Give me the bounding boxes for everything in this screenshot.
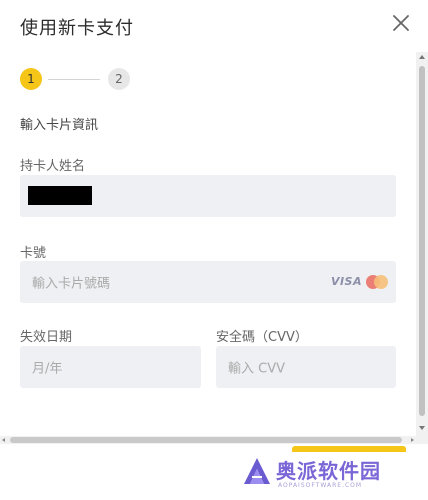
expiry-date-label: 失效日期 [20, 330, 73, 345]
horizontal-scroll-thumb[interactable] [10, 437, 402, 443]
cardholder-name-label: 持卡人姓名 [20, 159, 86, 174]
section-title: 輸入卡片資訊 [20, 118, 99, 133]
vertical-scroll-thumb[interactable] [419, 66, 425, 416]
cvv-placeholder: 輸入 CVV [228, 361, 285, 377]
card-number-input[interactable]: 輸入卡片號碼 VISA [20, 261, 396, 303]
vertical-scrollbar[interactable] [416, 52, 428, 444]
visa-logo: VISA [330, 275, 362, 288]
watermark-subtext: AOPAISOFTWARE.COM [278, 482, 363, 489]
horizontal-scrollbar[interactable] [0, 436, 416, 444]
card-number-label: 卡號 [20, 246, 47, 261]
close-button[interactable] [390, 12, 412, 34]
modal-body: 1 2 輸入卡片資訊 持卡人姓名 卡號 輸入卡片號碼 VISA 失效日期 月/年… [0, 52, 428, 444]
redacted-name-block [28, 186, 92, 205]
cvv-label: 安全碼（CVV） [216, 330, 308, 345]
scroll-up-icon[interactable] [419, 55, 425, 59]
expiry-date-placeholder: 月/年 [32, 361, 63, 377]
watermark-logo-icon [244, 458, 270, 484]
scroll-left-icon[interactable] [2, 438, 5, 442]
stepper: 1 2 [20, 68, 220, 92]
modal-header: 使用新卡支付 [0, 0, 428, 52]
step-1-indicator: 1 [20, 68, 42, 90]
mastercard-icon [366, 275, 388, 289]
scroll-down-icon[interactable] [419, 426, 425, 430]
cvv-input[interactable]: 輸入 CVV [216, 346, 396, 388]
step-connector [48, 79, 100, 80]
step-2-indicator: 2 [108, 68, 130, 90]
card-number-placeholder: 輸入卡片號碼 [32, 276, 111, 292]
expiry-date-input[interactable]: 月/年 [20, 346, 201, 388]
watermark: 奥派软件园 AOPAISOFTWARE.COM [242, 452, 422, 496]
watermark-text: 奥派软件园 [276, 459, 381, 483]
close-icon [393, 15, 409, 31]
scroll-right-icon[interactable] [411, 438, 414, 442]
cardholder-name-input[interactable] [20, 175, 396, 217]
modal-title: 使用新卡支付 [20, 18, 134, 39]
